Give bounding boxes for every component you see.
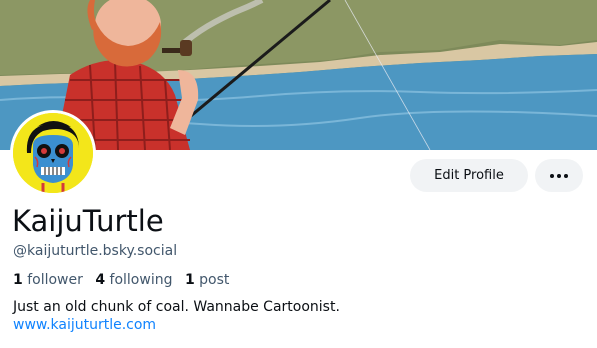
posts-count: 1: [184, 272, 195, 288]
posts-label: post: [199, 272, 230, 288]
ellipsis-icon: [550, 173, 554, 178]
followers-count: 1: [13, 272, 23, 288]
posts-stat: 1 post: [185, 272, 229, 288]
following-count: 4: [95, 272, 106, 288]
profile-avatar[interactable]: [10, 110, 96, 196]
followers-label: follower: [27, 272, 83, 288]
followers-stat[interactable]: 1 follower: [13, 272, 83, 288]
following-stat[interactable]: 4 following: [95, 272, 172, 288]
profile-banner[interactable]: [0, 0, 597, 150]
display-name: KaijuTurtle: [12, 204, 164, 238]
more-options-button[interactable]: [535, 159, 583, 192]
profile-handle: @kaijuturtle.bsky.social: [13, 243, 178, 259]
profile-bio: Just an old chunk of coal. Wannabe Carto…: [13, 299, 340, 315]
edit-profile-button[interactable]: Edit Profile: [410, 159, 528, 192]
ellipsis-dot: [557, 173, 561, 178]
following-label: following: [109, 272, 173, 288]
website-link[interactable]: www.kaijuturtle.com: [13, 317, 156, 333]
profile-stats: 1 follower 4 following 1 post: [13, 272, 237, 288]
ellipsis-dot: [564, 173, 568, 178]
